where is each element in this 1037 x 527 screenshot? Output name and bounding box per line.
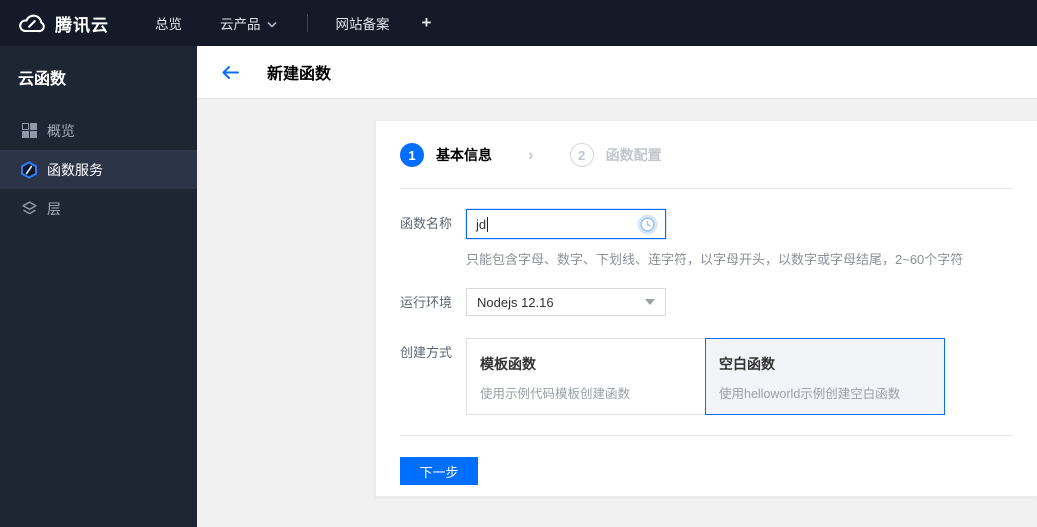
runtime-label: 运行环境: [400, 295, 453, 310]
sidebar-item-overview[interactable]: 概览: [0, 111, 197, 150]
top-navigation: 总览 云产品 网站备案 +: [155, 13, 431, 33]
tencent-cloud-brand[interactable]: 腾讯云: [16, 11, 109, 36]
sidebar-item-layers[interactable]: 层: [0, 189, 197, 228]
back-button[interactable]: [217, 59, 243, 85]
creation-method-row: 创建方式 模板函数 使用示例代码模板创建函数 空白函数 使用helloworld…: [400, 338, 1013, 415]
step-2-label: 函数配置: [605, 147, 662, 163]
footer-divider: [400, 435, 1013, 436]
step-1-label: 基本信息: [436, 147, 492, 163]
nav-overview-label: 总览: [155, 17, 182, 32]
step-basic-info: 1 基本信息: [400, 143, 492, 167]
creation-method-label: 创建方式: [400, 345, 453, 360]
sidebar: 云函数 概览 函数服务 层: [0, 46, 197, 527]
wizard-steps: 1 基本信息 › 2 函数配置: [400, 142, 1013, 168]
option-template-title: 模板函数: [480, 356, 536, 372]
function-name-row: 函数名称 jd 只能包含字母、数字、下划线、连字符，以字母开头，以数字或字母结尾…: [400, 209, 1013, 268]
chevron-down-icon: [266, 21, 277, 28]
overview-grid-icon: [20, 122, 38, 140]
function-name-value: jd: [476, 216, 487, 232]
basic-info-form: 函数名称 jd 只能包含字母、数字、下划线、连字符，以字母开头，以数字或字母结尾…: [400, 209, 1013, 415]
topbar: 腾讯云 总览 云产品 网站备案 +: [0, 0, 1037, 46]
step-separator-icon: ›: [528, 145, 534, 164]
page-header: 新建函数: [197, 46, 1037, 99]
nav-website-icp-label: 网站备案: [335, 17, 390, 32]
text-cursor: [487, 216, 489, 232]
runtime-selected-value: Nodejs 12.16: [477, 294, 554, 310]
option-template-function[interactable]: 模板函数 使用示例代码模板创建函数: [466, 338, 706, 415]
sidebar-item-overview-label: 概览: [47, 122, 75, 139]
sidebar-item-layers-label: 层: [47, 200, 61, 217]
sidebar-item-function-service[interactable]: 函数服务: [0, 150, 197, 189]
page-title: 新建函数: [267, 66, 332, 83]
step-2-circle: 2: [569, 143, 594, 167]
option-blank-desc: 使用helloworld示例创建空白函数: [719, 387, 901, 401]
function-name-label: 函数名称: [400, 216, 453, 231]
option-template-desc: 使用示例代码模板创建函数: [480, 387, 631, 401]
nav-divider: [306, 14, 308, 32]
function-name-field: jd 只能包含字母、数字、下划线、连字符，以字母开头，以数字或字母结尾，2~60…: [466, 209, 963, 268]
select-caret-icon: [645, 299, 655, 305]
add-nav-tab-button[interactable]: +: [422, 13, 432, 33]
page-body: 1 基本信息 › 2 函数配置 函数名称 jd 只能包含字母、数字、下划线、连字…: [197, 99, 1037, 527]
steps-divider: [400, 188, 1013, 189]
creation-method-options: 模板函数 使用示例代码模板创建函数 空白函数 使用helloworld示例创建空…: [466, 338, 945, 415]
step-1-circle: 1: [400, 143, 424, 167]
sidebar-item-function-service-label: 函数服务: [47, 161, 103, 178]
create-function-card: 1 基本信息 › 2 函数配置 函数名称 jd 只能包含字母、数字、下划线、连字…: [375, 120, 1037, 497]
scf-hexagon-icon: [20, 160, 38, 179]
back-arrow-icon: [222, 65, 239, 79]
option-blank-title: 空白函数: [719, 356, 775, 372]
function-name-help: 只能包含字母、数字、下划线、连字符，以字母开头，以数字或字母结尾，2~60个字符: [466, 252, 964, 267]
function-name-input[interactable]: jd: [466, 209, 666, 239]
brand-name: 腾讯云: [55, 15, 109, 35]
main-content: 新建函数 1 基本信息 › 2 函数配置 函数名称 jd 只能包含字母、数字、下…: [197, 46, 1037, 527]
step-function-config: 2 函数配置: [569, 143, 662, 167]
nav-overview[interactable]: 总览: [155, 13, 182, 33]
tencent-cloud-logo-icon: [19, 14, 45, 32]
layers-icon: [20, 200, 38, 218]
nav-cloud-products[interactable]: 云产品: [220, 13, 277, 33]
nav-website-icp[interactable]: 网站备案: [336, 13, 390, 33]
runtime-select[interactable]: Nodejs 12.16: [466, 288, 666, 316]
next-step-button[interactable]: 下一步: [400, 457, 478, 485]
option-blank-function[interactable]: 空白函数 使用helloworld示例创建空白函数: [705, 338, 945, 415]
nav-cloud-products-label: 云产品: [220, 17, 261, 32]
sidebar-product-title: 云函数: [18, 71, 67, 88]
runtime-row: 运行环境 Nodejs 12.16: [400, 288, 1013, 318]
validating-clock-icon: [637, 214, 658, 234]
